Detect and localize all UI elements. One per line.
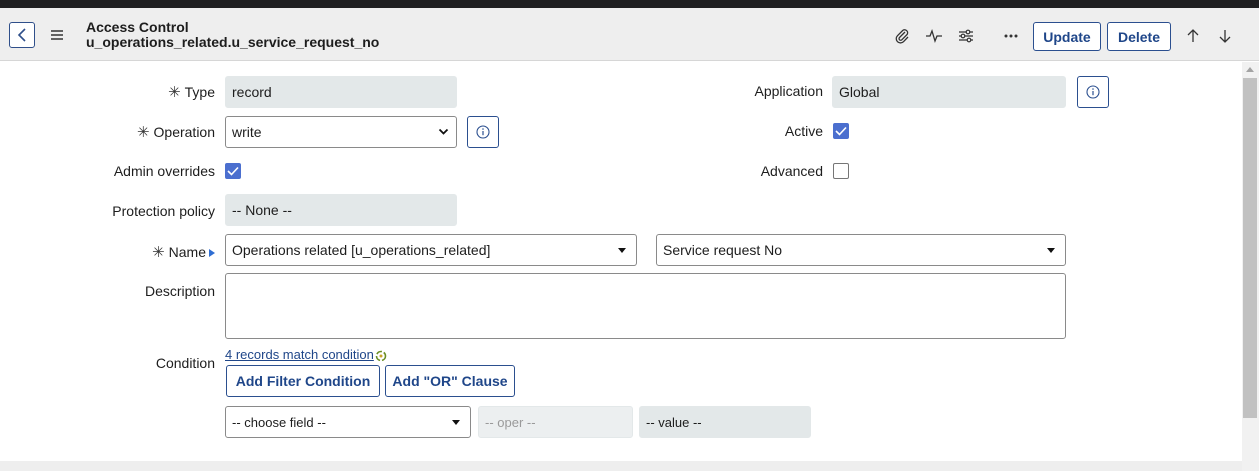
protection-policy-field: -- None --	[225, 194, 457, 226]
page-title: Access Control u_operations_related.u_se…	[86, 20, 379, 50]
name-table-select[interactable]: Operations related [u_operations_related…	[225, 234, 637, 266]
application-label: Application	[754, 83, 824, 99]
type-label: ✳ Type	[168, 84, 215, 101]
back-icon	[17, 28, 26, 42]
down-arrow-icon	[1219, 30, 1231, 43]
info-icon	[476, 125, 490, 139]
page-title-line2: u_operations_related.u_service_request_n…	[86, 34, 380, 50]
menu-icon[interactable]	[48, 26, 66, 44]
application-field: Global	[832, 76, 1066, 108]
next-record-button[interactable]	[1216, 26, 1234, 46]
scrollbar-thumb[interactable]	[1243, 78, 1257, 418]
operation-select[interactable]: write	[225, 116, 457, 148]
info-icon	[1086, 85, 1100, 99]
required-icon: ✳	[168, 84, 181, 101]
personalize-button[interactable]	[956, 26, 976, 46]
admin-overrides-label: Admin overrides	[113, 163, 215, 179]
description-textarea[interactable]	[225, 273, 1066, 339]
value-field[interactable]: -- value --	[639, 406, 811, 438]
delete-button[interactable]: Delete	[1107, 22, 1171, 51]
advanced-label: Advanced	[760, 163, 823, 179]
settings-sliders-icon	[959, 29, 973, 43]
attachment-button[interactable]	[892, 26, 912, 46]
paperclip-icon	[895, 29, 909, 44]
advanced-checkbox[interactable]	[833, 163, 849, 179]
more-options-button[interactable]	[1001, 26, 1021, 46]
form-footer	[0, 461, 1242, 471]
choose-field-select[interactable]: -- choose field --	[225, 406, 471, 438]
required-icon: ✳	[152, 244, 165, 261]
form-header: Access Control u_operations_related.u_se…	[0, 8, 1259, 61]
expand-arrow-icon[interactable]	[209, 249, 215, 258]
caret-down-icon	[1047, 248, 1055, 253]
add-or-clause-button[interactable]: Add "OR" Clause	[385, 365, 515, 397]
add-filter-condition-button[interactable]: Add Filter Condition	[226, 365, 380, 397]
activity-button[interactable]	[924, 26, 944, 46]
admin-overrides-checkbox[interactable]	[225, 163, 241, 179]
active-label: Active	[784, 123, 823, 139]
checkmark-icon	[227, 166, 239, 176]
condition-label: Condition	[155, 355, 215, 371]
update-button[interactable]: Update	[1033, 22, 1101, 51]
operation-label: ✳ Operation	[136, 124, 215, 141]
previous-record-button[interactable]	[1184, 26, 1202, 46]
name-label: ✳ Name	[152, 243, 215, 261]
records-match-link[interactable]: 4 records match condition	[225, 347, 387, 362]
protection-policy-label: Protection policy	[112, 203, 215, 219]
required-icon: ✳	[136, 124, 150, 141]
chevron-down-icon	[438, 128, 449, 135]
operation-info-button[interactable]	[467, 116, 499, 148]
up-arrow-icon	[1187, 29, 1199, 42]
scroll-up-icon[interactable]	[1246, 67, 1254, 72]
caret-down-icon	[618, 248, 626, 253]
activity-icon	[926, 29, 942, 43]
active-checkbox[interactable]	[833, 123, 849, 139]
page-title-line1: Access Control	[86, 19, 189, 35]
top-bar	[0, 0, 1259, 8]
operator-select[interactable]: -- oper --	[478, 406, 633, 438]
application-info-button[interactable]	[1077, 76, 1109, 108]
checkmark-icon	[835, 126, 847, 136]
description-label: Description	[144, 283, 215, 299]
caret-down-icon	[452, 420, 460, 425]
name-field-select[interactable]: Service request No	[656, 234, 1066, 266]
more-icon	[1004, 34, 1018, 38]
refresh-icon[interactable]	[375, 350, 387, 362]
back-button[interactable]	[9, 22, 35, 48]
type-field: record	[225, 76, 457, 108]
